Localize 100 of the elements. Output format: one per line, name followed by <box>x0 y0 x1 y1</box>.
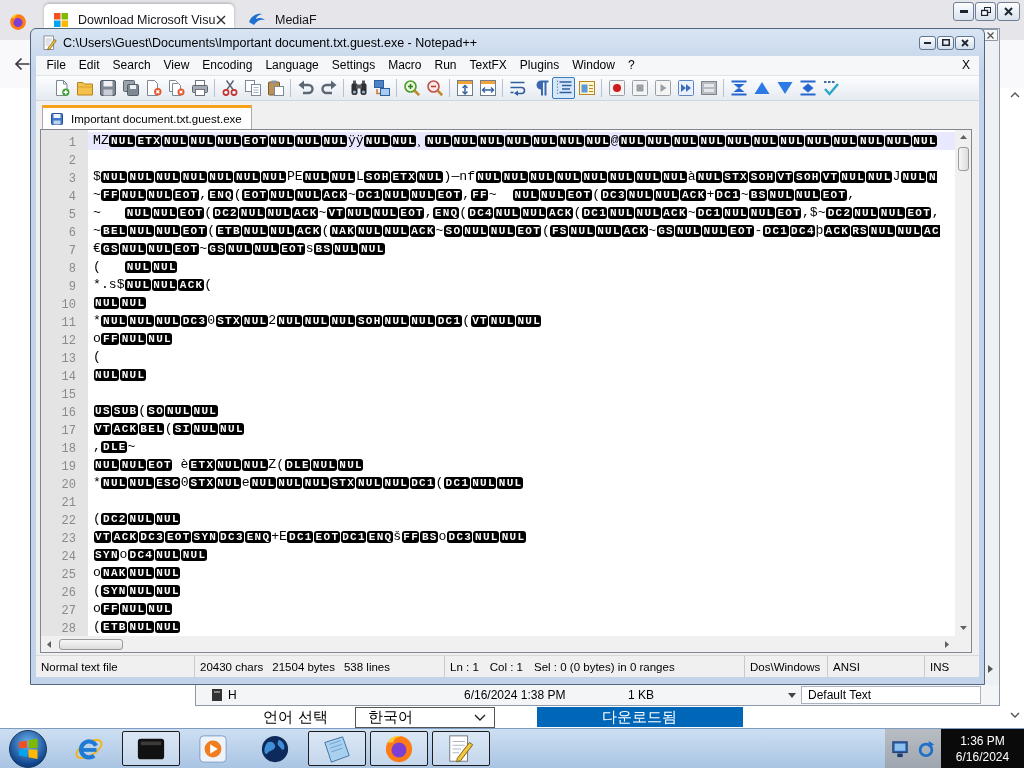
close-all-icon[interactable] <box>168 80 185 96</box>
close-button[interactable] <box>997 2 1020 21</box>
control-character: FF <box>101 333 120 345</box>
download-button[interactable]: 다운로드됨 <box>536 707 743 727</box>
scroll-right-arrow-icon[interactable] <box>945 640 949 648</box>
code-text: - <box>754 222 763 240</box>
control-character: NUL <box>295 189 321 201</box>
menu-item[interactable]: Search <box>106 56 158 75</box>
binoculars-icon[interactable] <box>350 80 367 96</box>
control-character: NUL <box>127 513 154 525</box>
start-button[interactable] <box>8 729 48 768</box>
play-repeat-icon[interactable] <box>677 80 694 96</box>
code-text: ( <box>93 258 102 276</box>
code-text: o <box>93 330 101 348</box>
code-text: MZ <box>93 132 109 150</box>
globe-icon[interactable] <box>260 733 290 764</box>
language-select[interactable]: 한국어 <box>354 706 495 728</box>
new-file-icon[interactable] <box>53 80 70 96</box>
menu-item[interactable]: Macro <box>381 56 428 75</box>
control-character: BS <box>749 189 767 201</box>
sync-horizontal-icon[interactable] <box>479 80 496 96</box>
play-tile-icon[interactable] <box>198 733 228 764</box>
close-file-icon[interactable] <box>145 80 162 96</box>
minimize-button[interactable] <box>919 35 936 50</box>
control-character: NUL <box>462 225 489 237</box>
line-number: 13 <box>61 352 76 366</box>
spell-check-icon[interactable] <box>822 80 839 96</box>
browser-tab[interactable]: MediaF <box>239 4 539 28</box>
close-icon[interactable] <box>216 15 226 25</box>
save-macro-icon[interactable] <box>700 80 717 96</box>
zoom-in-icon[interactable] <box>403 80 420 96</box>
file-size: 1 KB <box>628 688 655 702</box>
control-character: NUL <box>120 459 146 471</box>
menu-item[interactable]: Settings <box>325 56 382 75</box>
control-character: EOT <box>279 243 306 255</box>
find-replace-icon[interactable] <box>373 80 390 96</box>
taskbar-button[interactable] <box>122 731 180 766</box>
expand-icon[interactable] <box>799 80 816 96</box>
menu-item[interactable]: Window <box>565 56 622 75</box>
stacked-floppy-icon[interactable] <box>122 80 139 96</box>
control-character: FF <box>101 189 120 201</box>
collapse-icon[interactable] <box>730 80 747 96</box>
control-character: NUL <box>409 189 436 201</box>
code-text: ~ <box>127 438 136 456</box>
scroll-thumb[interactable] <box>957 147 969 171</box>
clock-area[interactable]: 1:36 PM 6/16/2024 <box>941 729 1024 768</box>
browser-tab[interactable]: Download Microsoft Visu <box>44 4 234 28</box>
code-text: ( <box>93 510 101 528</box>
window-title: C:\Users\Guest\Documents\Important document.txt.guest.exe - Notepad++ <box>63 35 478 50</box>
redo-icon[interactable] <box>320 80 337 96</box>
taskbar-button[interactable] <box>308 731 366 766</box>
menu-item[interactable]: Encoding <box>195 56 259 75</box>
sync-vertical-icon[interactable] <box>456 80 473 96</box>
menu-item[interactable]: Run <box>428 56 463 75</box>
close-button[interactable] <box>955 35 975 50</box>
back-arrow-icon[interactable] <box>14 57 30 71</box>
monitor-icon[interactable] <box>891 739 909 758</box>
menu-item[interactable]: TextFX <box>463 56 514 75</box>
scroll-down-arrow-icon[interactable] <box>959 626 967 630</box>
menu-item[interactable]: Edit <box>72 56 107 75</box>
control-character: NUL <box>382 225 409 237</box>
close-button[interactable] <box>983 29 998 41</box>
up-triangle-icon[interactable] <box>753 80 770 96</box>
notepad-pen-icon[interactable] <box>446 733 476 764</box>
control-character: NUL <box>489 225 515 237</box>
menu-item[interactable]: Language <box>258 56 326 75</box>
column-position: Col : 1 <box>489 660 524 673</box>
folder-icon[interactable] <box>76 80 93 96</box>
scroll-thumb[interactable] <box>59 638 123 650</box>
undo-icon[interactable] <box>297 80 314 96</box>
taskbar-button[interactable] <box>370 731 428 766</box>
menu-item[interactable]: ? <box>621 56 642 75</box>
control-character: NUL <box>303 477 329 489</box>
restore-button[interactable] <box>975 2 996 21</box>
panel-icon[interactable] <box>578 80 595 96</box>
menu-item[interactable]: View <box>157 56 196 75</box>
copy-icon[interactable] <box>244 80 261 96</box>
clipboard-icon[interactable] <box>267 80 284 96</box>
minimize-button[interactable] <box>953 2 974 21</box>
maximize-button[interactable] <box>937 35 954 50</box>
file-tab[interactable]: Important document.txt.guest.exe <box>42 105 252 129</box>
control-character: BEL <box>101 225 127 237</box>
scroll-right-arrow-icon[interactable] <box>988 665 993 673</box>
menu-item[interactable]: File <box>40 56 73 75</box>
taskbar-button[interactable] <box>432 731 490 766</box>
scroll-left-arrow-icon[interactable] <box>47 640 51 648</box>
control-character: NUL <box>154 225 181 237</box>
zoom-out-icon[interactable] <box>426 80 443 96</box>
menu-item[interactable]: Plugins <box>513 56 566 75</box>
close-document-button[interactable]: X <box>962 56 970 75</box>
dropdown-arrow-icon[interactable] <box>788 692 796 698</box>
control-character: DC1 <box>436 315 462 327</box>
record-icon[interactable] <box>608 80 625 96</box>
scissors-icon[interactable] <box>221 80 238 96</box>
style-dropdown[interactable]: Default Text <box>801 686 981 704</box>
word-wrap-icon[interactable] <box>509 80 526 96</box>
scroll-up-arrow-icon[interactable] <box>959 135 967 139</box>
printer-icon[interactable] <box>191 80 208 96</box>
down-triangle-icon[interactable] <box>776 80 793 96</box>
browser-logo-icon[interactable] <box>384 733 414 764</box>
